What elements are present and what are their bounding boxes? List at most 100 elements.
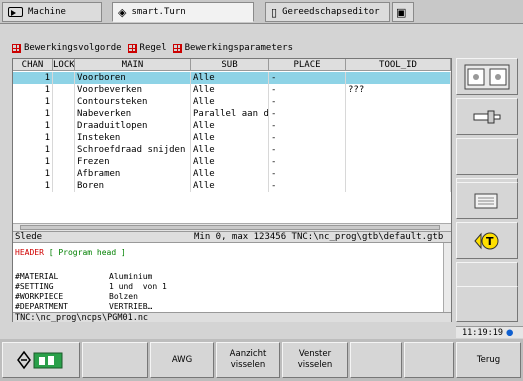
table-row[interactable]: 1 Voorbeverken Alle -???: [13, 84, 451, 96]
table-grid-icon: [12, 43, 21, 53]
tab-save[interactable]: ▣: [392, 2, 414, 22]
tab-smart-turn[interactable]: ◈ smart.Turn: [112, 2, 254, 22]
editor-vertical-scrollbar[interactable]: [443, 243, 451, 312]
operations-table: CHAN LOCK MAIN SUB PLACE TOOL_ID 1 Voorbo…: [13, 59, 451, 223]
smartturn-diamond-icon: ◈: [118, 5, 127, 19]
cell-chan: 1: [13, 108, 53, 120]
cell-sub: Alle: [191, 72, 269, 84]
cell-main: Voorbeverken: [75, 84, 191, 96]
clock: 11:19:19 ●: [456, 326, 523, 338]
table-row[interactable]: 1 Frezen Alle -: [13, 156, 451, 168]
program-path: TNC:\nc_prog\ncps\PGM01.nc: [13, 312, 451, 323]
table-row[interactable]: 1 Contoursteken Alle -: [13, 96, 451, 108]
toolbar-bewerkingsparameters[interactable]: Bewerkingsparameters: [172, 43, 294, 53]
main-panel: CHAN LOCK MAIN SUB PLACE TOOL_ID 1 Voorbo…: [12, 58, 452, 323]
col-header-chan[interactable]: CHAN: [13, 59, 53, 71]
softkey-empty-1[interactable]: [456, 138, 518, 175]
toolbar-label: Bewerkingsvolgorde: [24, 43, 122, 53]
table-row[interactable]: 1 Voorboren Alle -: [13, 72, 451, 84]
softkey-terug[interactable]: Terug: [456, 342, 521, 378]
toolbar-regel[interactable]: Regel: [127, 43, 167, 53]
cell-chan: 1: [13, 180, 53, 192]
table-status-bar: Slede Min 0, max 123456 TNC:\nc_prog\gtb…: [13, 231, 451, 243]
cell-place: -: [269, 180, 346, 192]
tab-label: smart.Turn: [131, 7, 186, 17]
cell-place: -: [269, 144, 346, 156]
softkey-empty-b7[interactable]: [404, 342, 454, 378]
editor-line: #MATERIAL Aluminium: [15, 272, 152, 282]
col-header-lock[interactable]: LOCK: [53, 59, 75, 71]
cell-sub: Parallel aan d…: [193, 108, 269, 120]
t-transfer-icon: T: [474, 232, 499, 249]
cell-chan: 1: [13, 96, 53, 108]
softkey-transfer[interactable]: T: [456, 222, 518, 259]
cell-main: Contoursteken: [75, 96, 191, 108]
tab-gereedschapseditor[interactable]: ▯ Gereedschapseditor: [265, 2, 390, 22]
clock-time: 11:19:19: [462, 328, 503, 338]
col-header-main[interactable]: MAIN: [75, 59, 191, 71]
softkey-empty-b2[interactable]: [82, 342, 148, 378]
param-value: Bolzen: [109, 292, 138, 301]
col-header-place[interactable]: PLACE: [269, 59, 346, 71]
cell-place: -: [269, 120, 346, 132]
col-header-tool-id[interactable]: TOOL_ID: [346, 59, 451, 71]
horizontal-scrollbar[interactable]: [13, 223, 451, 231]
cell-lock: [53, 180, 75, 192]
scroll-thumb[interactable]: [20, 225, 440, 230]
table-row[interactable]: 1 Boren Alle -: [13, 180, 451, 192]
cell-chan: 1: [13, 84, 53, 96]
softkey-empty-b6[interactable]: [350, 342, 402, 378]
tab-label: Machine: [28, 7, 66, 17]
cell-main: Afbramen: [75, 168, 191, 180]
cell-sub: Alle: [191, 132, 269, 144]
softkey-awg[interactable]: AWG: [150, 342, 214, 378]
table-row[interactable]: 1 Afbramen Alle -: [13, 168, 451, 180]
cell-sub: Alle: [191, 96, 269, 108]
cell-lock: [53, 96, 75, 108]
table-row[interactable]: 1 Nabeverken Parallel aan d… -: [13, 108, 451, 120]
toolbar-label: Regel: [139, 43, 167, 53]
cell-tool: [346, 108, 451, 120]
cell-sub: Alle: [191, 180, 269, 192]
cell-sub: Alle: [191, 120, 269, 132]
toolbar-label: Bewerkingsparameters: [184, 43, 294, 53]
table-row[interactable]: 1 Schroefdraad snijden Alle -: [13, 144, 451, 156]
softkey-workpiece[interactable]: [456, 182, 518, 219]
toolbar-bewerkingsvolgorde[interactable]: Bewerkingsvolgorde: [12, 43, 122, 53]
save-disk-icon: ▣: [396, 5, 407, 19]
softkey-venster-visselen[interactable]: Venster visselen: [282, 342, 348, 378]
softkey-machine-view[interactable]: [456, 58, 518, 95]
tab-machine[interactable]: Machine: [2, 2, 102, 22]
col-header-sub[interactable]: SUB: [191, 59, 269, 71]
tab-bar: Machine ◈ smart.Turn ▯ Gereedschapsedito…: [0, 0, 523, 24]
header-keyword: HEADER: [15, 248, 44, 257]
cell-main: Voorboren: [75, 72, 191, 84]
range-and-file: Min 0, max 123456 TNC:\nc_prog\gtb\defau…: [194, 232, 444, 242]
param-key: #SETTING: [15, 282, 54, 291]
cell-chan: 1: [13, 132, 53, 144]
cell-tool: [346, 72, 451, 84]
cell-lock: [53, 168, 75, 180]
cell-tool: [346, 144, 451, 156]
cell-place: -: [269, 96, 346, 108]
table-row[interactable]: 1 Draaduitlopen Alle -: [13, 120, 451, 132]
cell-lock: [53, 108, 75, 120]
cell-chan: 1: [13, 72, 53, 84]
svg-text:T: T: [486, 235, 494, 248]
machine-arrow-icon: [8, 7, 23, 17]
softkey-aanzicht-visselen[interactable]: Aanzicht visselen: [216, 342, 280, 378]
softkey-empty-4[interactable]: [456, 286, 518, 322]
table-row[interactable]: 1 Insteken Alle -: [13, 132, 451, 144]
machine-view-icon: [464, 64, 510, 89]
cell-place: -: [269, 72, 346, 84]
header-line: HEADER [ Program head ]: [15, 248, 126, 258]
cell-place: -: [269, 84, 346, 96]
editor-line: #DEPARTMENT VERTRIEB…: [15, 302, 152, 312]
cell-tool: ???: [346, 84, 451, 96]
softkey-smartturn-units[interactable]: [2, 342, 80, 378]
softkey-tool[interactable]: [456, 98, 518, 135]
cell-tool: [346, 132, 451, 144]
cell-tool: [346, 180, 451, 192]
cell-chan: 1: [13, 156, 53, 168]
program-editor[interactable]: HEADER [ Program head ] #MATERIAL Alumini…: [13, 243, 451, 312]
